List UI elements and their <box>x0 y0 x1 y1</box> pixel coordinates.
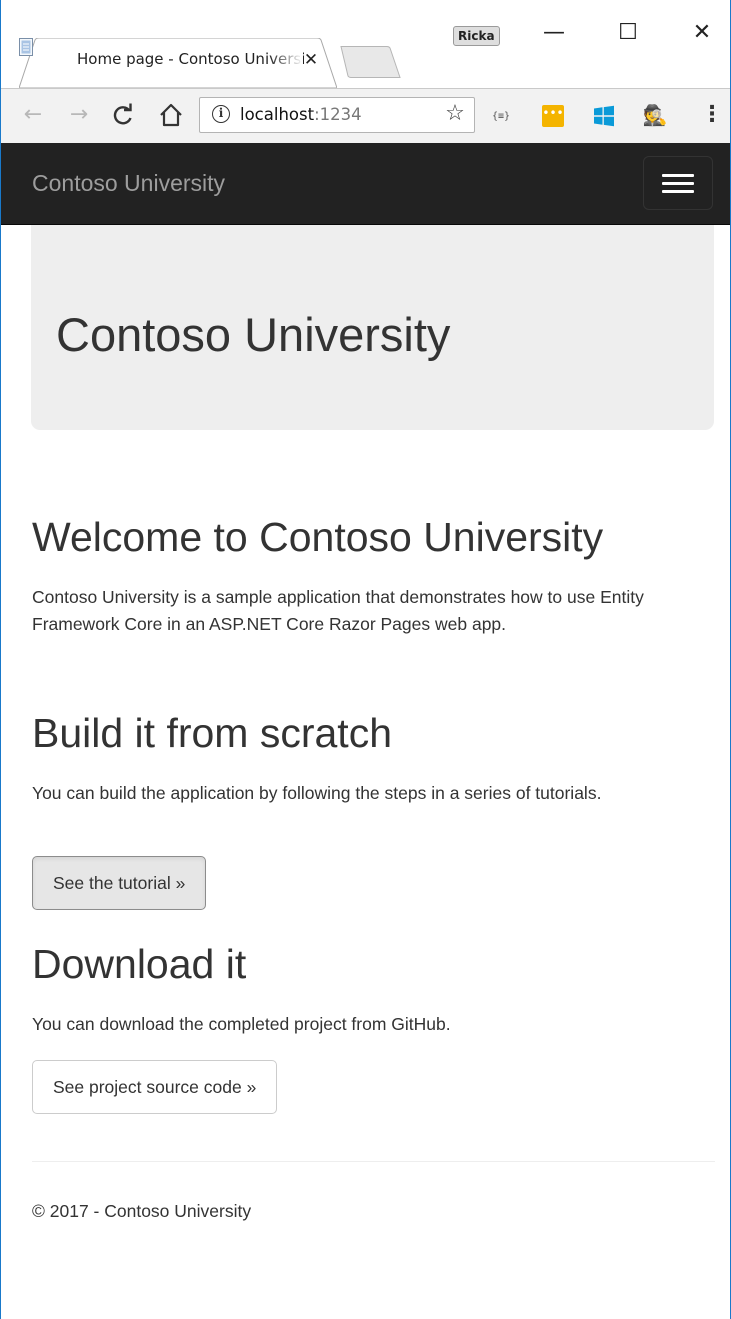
site-navbar: Contoso University <box>1 143 730 225</box>
url-port: :1234 <box>314 105 362 124</box>
section-heading-welcome: Welcome to Contoso University <box>32 514 604 560</box>
section-heading-build: Build it from scratch <box>32 710 392 756</box>
browser-menu-icon[interactable]: ⋮ <box>701 101 723 129</box>
hamburger-bar <box>662 182 694 185</box>
tab-home-page[interactable]: Home page - Contoso University ✕ <box>19 38 337 88</box>
profile-button[interactable]: Ricka <box>453 26 500 46</box>
document-page-icon <box>19 38 33 56</box>
footer-text: © 2017 - Contoso University <box>32 1201 252 1221</box>
title-bar: Home page - Contoso University ✕ Ricka —… <box>1 0 730 88</box>
hamburger-bar <box>662 174 694 177</box>
close-window-button[interactable]: ✕ <box>679 18 725 48</box>
bookmark-star-icon[interactable]: ☆ <box>442 101 468 127</box>
back-arrow-icon[interactable]: ← <box>19 101 47 129</box>
home-icon[interactable] <box>157 101 185 129</box>
incognito-spy-icon[interactable]: 🕵 <box>641 101 669 129</box>
info-icon[interactable]: i <box>212 105 230 123</box>
section-heading-download: Download it <box>32 941 247 987</box>
reload-icon[interactable] <box>109 101 137 129</box>
page-viewport: Contoso University Contoso University We… <box>1 143 730 1319</box>
jumbotron-title: Contoso University <box>56 308 451 361</box>
maximize-button[interactable]: ☐ <box>605 18 651 48</box>
tab-close-icon[interactable]: ✕ <box>301 49 321 71</box>
section-text-welcome: Contoso University is a sample applicati… <box>32 587 644 634</box>
hamburger-bar <box>662 190 694 193</box>
see-source-code-button[interactable]: See project source code » <box>32 1060 278 1114</box>
jumbotron: Contoso University <box>31 225 714 430</box>
minimize-button[interactable]: — <box>531 18 577 48</box>
json-viewer-icon[interactable]: {≡} <box>489 109 513 125</box>
address-bar[interactable]: i localhost:1234 ☆ <box>199 97 475 133</box>
windows-icon[interactable] <box>593 105 615 127</box>
section-text-download: You can download the completed project f… <box>32 1014 451 1034</box>
navbar-brand[interactable]: Contoso University <box>32 168 225 198</box>
url-host: localhost <box>240 105 315 124</box>
password-manager-icon[interactable]: ••• <box>542 105 564 127</box>
url-text[interactable]: localhost:1234 <box>240 105 362 127</box>
section-text-build: You can build the application by followi… <box>32 783 602 803</box>
footer-divider <box>32 1161 715 1162</box>
tab-title-fade <box>269 48 303 74</box>
browser-window: Home page - Contoso University ✕ Ricka —… <box>0 0 731 1319</box>
forward-arrow-icon[interactable]: → <box>65 101 93 129</box>
new-tab-button[interactable] <box>339 46 401 78</box>
see-tutorial-button[interactable]: See the tutorial » <box>32 856 207 910</box>
browser-toolbar: ← → i localhost:1234 ☆ {≡} ••• 🕵 ⋮ <box>1 88 730 143</box>
hamburger-menu-icon[interactable] <box>643 156 713 210</box>
